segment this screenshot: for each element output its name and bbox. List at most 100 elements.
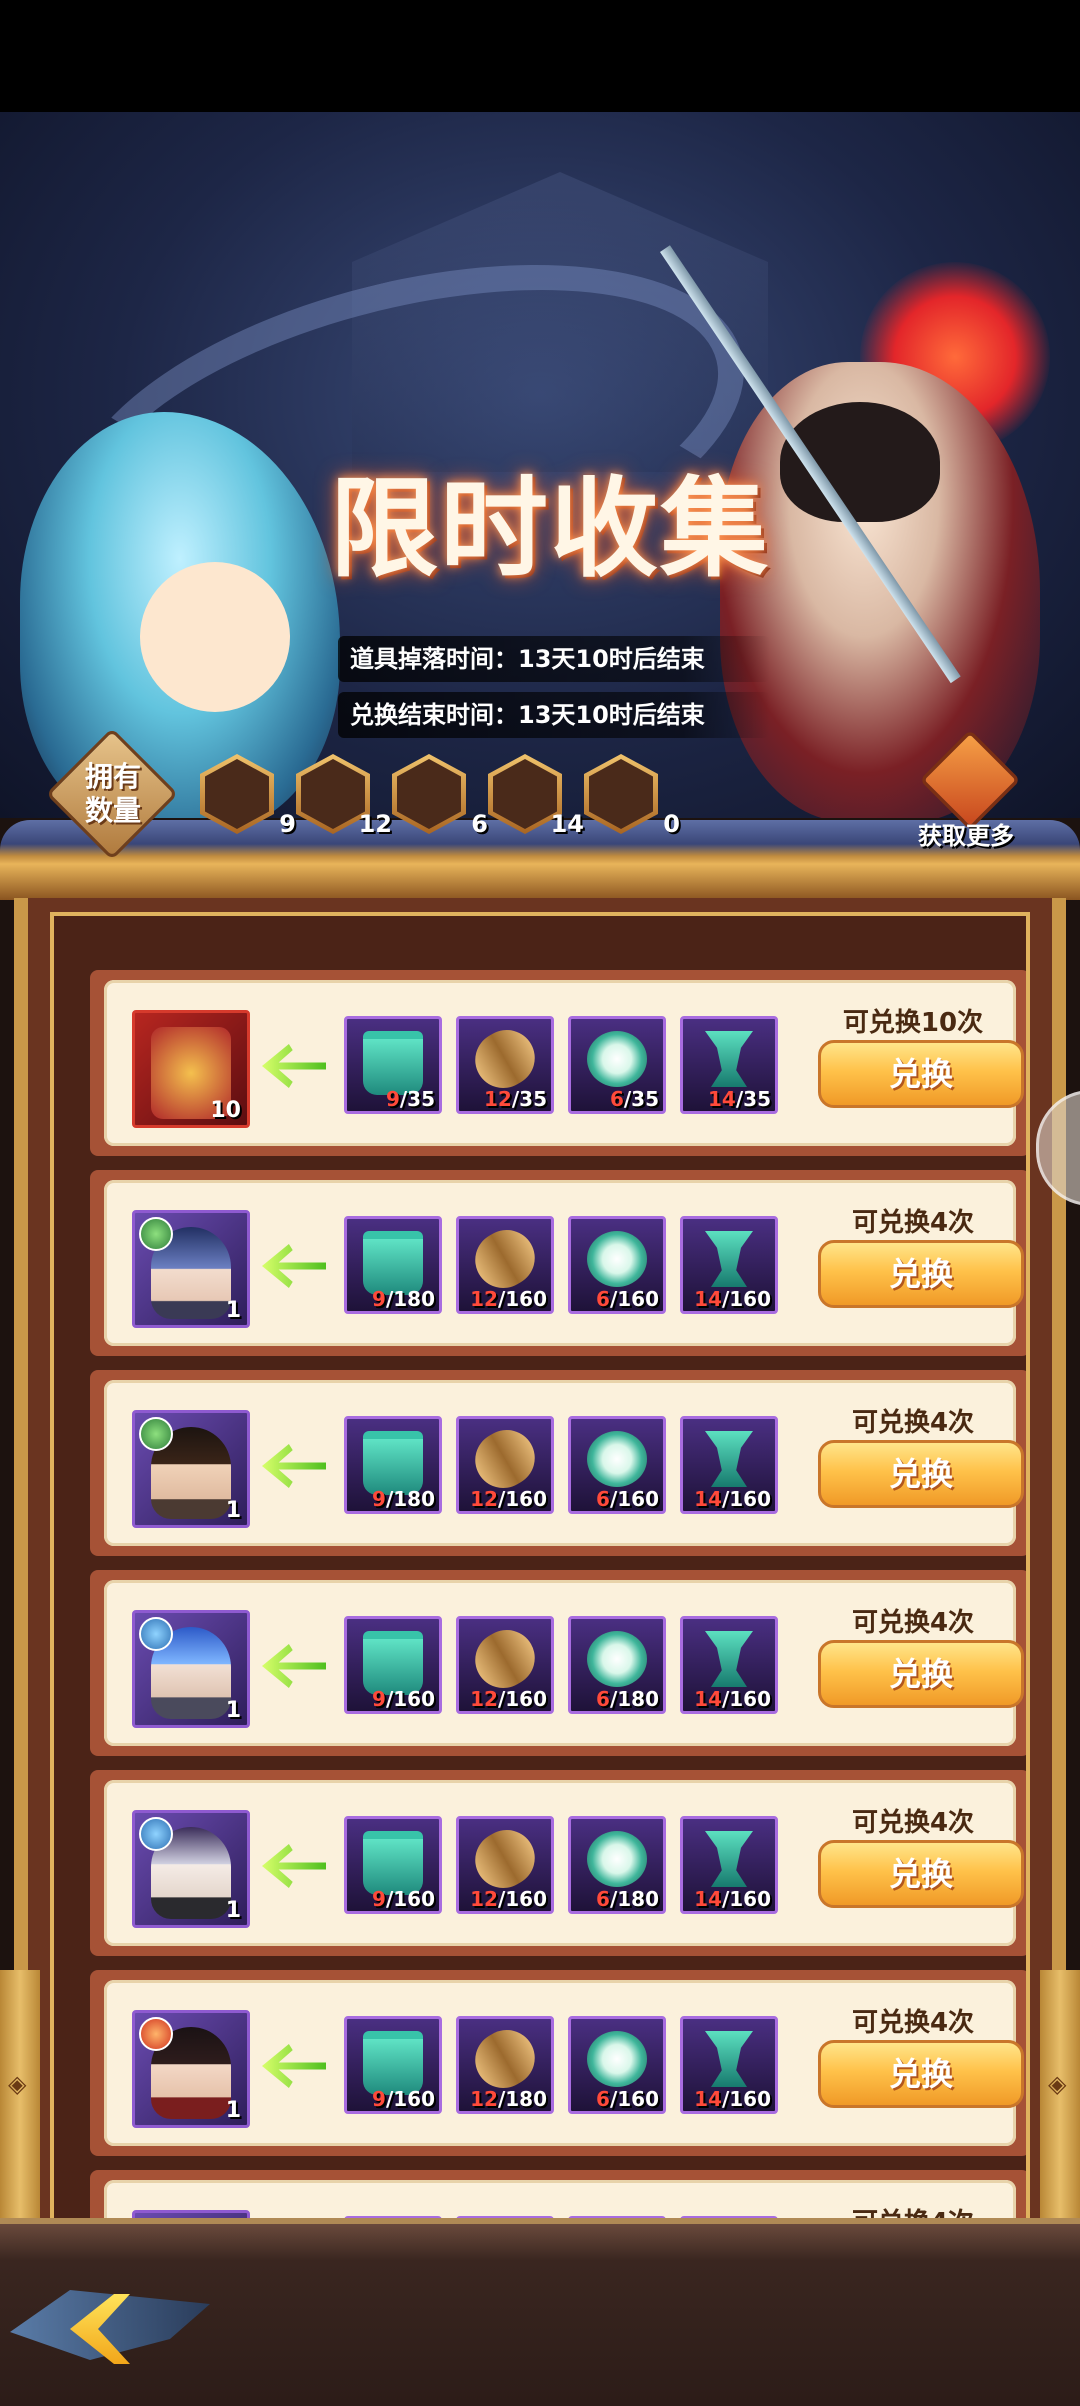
exchange-limit: 可兑换4次 <box>828 1602 998 1639</box>
owned-item-mirror[interactable]: 6 <box>392 754 466 834</box>
material-slot[interactable]: 6/160 <box>568 1416 666 1514</box>
reward-slot[interactable]: 1 <box>132 1810 250 1928</box>
owned-count: 6 <box>471 810 488 838</box>
exchange-row: 10 9/35 12/35 6/35 14/35 可兑换10次 兑换 <box>90 970 1030 1156</box>
cauldron-icon <box>363 1831 423 1895</box>
mirror-icon <box>587 2031 647 2087</box>
reward-slot[interactable]: 1 <box>132 1610 250 1728</box>
material-slot[interactable]: 12/160 <box>456 1416 554 1514</box>
element-badge-icon <box>139 1617 173 1651</box>
material-slot[interactable]: 14/160 <box>680 1816 778 1914</box>
get-more-button[interactable]: 获取更多 <box>906 738 1026 848</box>
material-slot[interactable]: 14/160 <box>680 1216 778 1314</box>
reward-slot[interactable]: 10 <box>132 1010 250 1128</box>
vessel-icon <box>699 2031 759 2087</box>
vessel-icon <box>699 1431 759 1487</box>
material-slot[interactable]: 6/160 <box>568 1216 666 1314</box>
exchange-button[interactable]: 兑换 <box>818 1840 1024 1908</box>
material-slot[interactable]: 9/160 <box>344 2016 442 2114</box>
exchange-row: 1 9/160 12/160 6/180 14/160 可兑换4次 兑换 <box>90 1770 1030 1956</box>
material-slot[interactable]: 6/35 <box>568 1016 666 1114</box>
exchange-button[interactable]: 兑换 <box>818 1640 1024 1708</box>
owned-count: 14 <box>551 810 584 838</box>
cauldron-icon <box>363 2031 423 2095</box>
frame-pillar-left: ◈ <box>0 1970 40 2220</box>
owned-item-scroll[interactable]: 12 <box>296 754 370 834</box>
owned-count: 0 <box>663 810 680 838</box>
cauldron-icon <box>363 1631 423 1695</box>
drop-time-text: 道具掉落时间：13天10时后结束 <box>338 636 770 682</box>
arrow-left-icon <box>262 1244 326 1288</box>
event-title: 限时收集 <box>330 442 770 598</box>
material-slot[interactable]: 9/160 <box>344 1816 442 1914</box>
exchange-row: 可兑换4次 <box>90 2170 1030 2220</box>
material-slot[interactable]: 14/35 <box>680 1016 778 1114</box>
bottom-bar <box>0 2218 1080 2406</box>
reward-slot[interactable]: 1 <box>132 1410 250 1528</box>
mirror-icon <box>587 1831 647 1887</box>
arrow-left-icon <box>262 1644 326 1688</box>
reward-slot[interactable]: 1 <box>132 1210 250 1328</box>
material-slot[interactable]: 9/160 <box>344 1616 442 1714</box>
cauldron-icon <box>363 1231 423 1295</box>
exchange-limit: 可兑换4次 <box>828 1802 998 1839</box>
reward-qty: 1 <box>226 1298 241 1323</box>
material-slot[interactable]: 9/180 <box>344 1416 442 1514</box>
vessel-icon <box>699 1231 759 1287</box>
mirror-icon <box>587 1031 647 1087</box>
exchange-limit: 可兑换4次 <box>828 1202 998 1239</box>
owned-label: 拥有 数量 <box>58 760 168 828</box>
reward-qty: 1 <box>226 1498 241 1523</box>
owned-item-gift-box[interactable]: 0 <box>584 754 658 834</box>
material-slot[interactable]: 12/35 <box>456 1016 554 1114</box>
reward-qty: 1 <box>226 2098 241 2123</box>
event-banner: 限时收集 道具掉落时间：13天10时后结束 兑换结束时间：13天10时后结束 <box>0 112 1080 818</box>
material-slot[interactable]: 9/180 <box>344 1216 442 1314</box>
material-slot[interactable]: 12/160 <box>456 1616 554 1714</box>
material-slot[interactable]: 14/160 <box>680 1416 778 1514</box>
element-badge-icon <box>139 2017 173 2051</box>
arrow-left-icon <box>262 1844 326 1888</box>
reward-slot[interactable]: 1 <box>132 2010 250 2128</box>
material-slot[interactable]: 6/180 <box>568 1816 666 1914</box>
exchange-button[interactable]: 兑换 <box>818 1040 1024 1108</box>
arrow-left-icon <box>262 2044 326 2088</box>
exchange-button[interactable]: 兑换 <box>818 1240 1024 1308</box>
element-badge-icon <box>139 1217 173 1251</box>
material-slot[interactable]: 6/160 <box>568 2016 666 2114</box>
owned-items-bar: 拥有 数量 9 12 6 14 0 获取更多 <box>0 730 1080 850</box>
exchange-limit: 可兑换10次 <box>828 1002 998 1039</box>
exchange-row: 1 9/180 12/160 6/160 14/160 可兑换4次 兑换 <box>90 1170 1030 1356</box>
owned-item-vessel[interactable]: 14 <box>488 754 562 834</box>
material-slot[interactable]: 9/35 <box>344 1016 442 1114</box>
exchange-panel: 10 9/35 12/35 6/35 14/35 可兑换10次 兑换 1 9/1… <box>14 898 1066 2220</box>
exchange-button[interactable]: 兑换 <box>818 2040 1024 2108</box>
status-bar-area <box>0 0 1080 112</box>
owned-count: 12 <box>359 810 392 838</box>
owned-count: 9 <box>279 810 296 838</box>
vessel-icon <box>699 1631 759 1687</box>
cauldron-icon <box>363 1431 423 1495</box>
exchange-row: 1 9/160 12/180 6/160 14/160 可兑换4次 兑换 <box>90 1970 1030 2156</box>
element-badge-icon <box>139 1417 173 1451</box>
back-button[interactable] <box>10 2270 230 2380</box>
exchange-row: 1 9/160 12/160 6/180 14/160 可兑换4次 兑换 <box>90 1570 1030 1756</box>
exchange-row: 1 9/180 12/160 6/160 14/160 可兑换4次 兑换 <box>90 1370 1030 1556</box>
exchange-button[interactable]: 兑换 <box>818 1440 1024 1508</box>
exchange-list[interactable]: 10 9/35 12/35 6/35 14/35 可兑换10次 兑换 1 9/1… <box>50 912 1030 2220</box>
material-slot[interactable]: 12/160 <box>456 1816 554 1914</box>
owned-item-cauldron[interactable]: 9 <box>200 754 274 834</box>
material-slot[interactable]: 6/180 <box>568 1616 666 1714</box>
arrow-left-icon <box>262 1044 326 1088</box>
frame-pillar-right: ◈ <box>1040 1970 1080 2220</box>
element-badge-icon <box>139 1817 173 1851</box>
vessel-icon <box>699 1031 759 1087</box>
material-slot[interactable]: 12/160 <box>456 1216 554 1314</box>
material-slot[interactable]: 14/160 <box>680 2016 778 2114</box>
mirror-icon <box>587 1631 647 1687</box>
arrow-left-icon <box>262 1444 326 1488</box>
exchange-limit: 可兑换4次 <box>828 2002 998 2039</box>
material-slot[interactable]: 12/180 <box>456 2016 554 2114</box>
mirror-icon <box>587 1231 647 1287</box>
material-slot[interactable]: 14/160 <box>680 1616 778 1714</box>
